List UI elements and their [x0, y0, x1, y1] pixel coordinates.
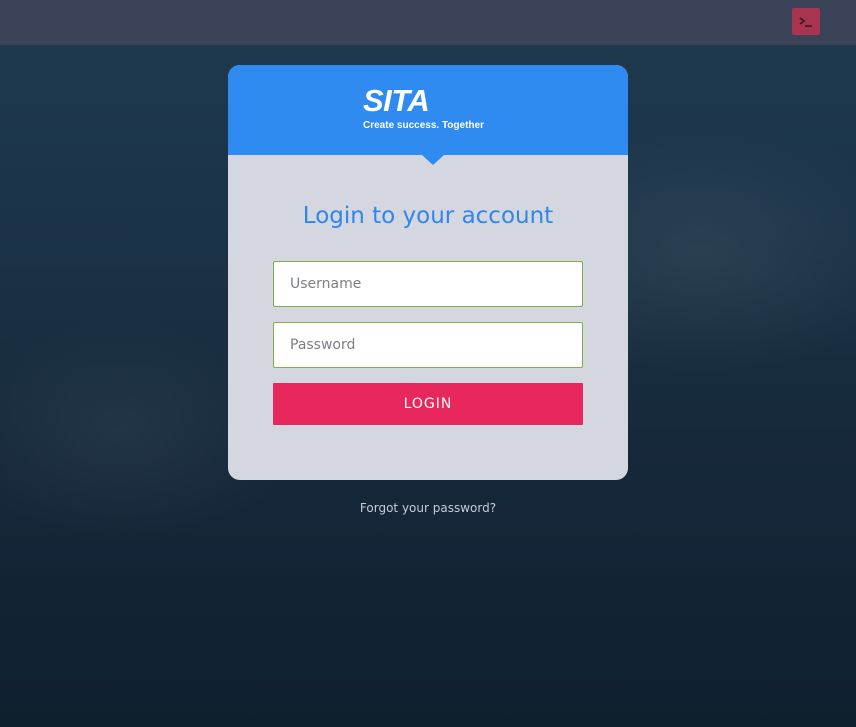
username-input[interactable] [273, 261, 583, 307]
terminal-icon [799, 16, 812, 27]
login-card: SITA Create success. Together Login to y… [228, 65, 628, 480]
card-header: SITA Create success. Together [228, 65, 628, 165]
sita-logo: SITA Create success. Together [363, 85, 493, 135]
top-bar [0, 0, 856, 45]
logo-wordmark: SITA [363, 83, 430, 118]
header-pointer [422, 155, 444, 165]
forgot-password-link[interactable]: Forgot your password? [0, 501, 856, 515]
logo-tagline: Create success. Together [363, 120, 484, 131]
login-title: Login to your account [302, 203, 554, 229]
terminal-button[interactable] [792, 8, 820, 35]
password-input[interactable] [273, 322, 583, 368]
login-button[interactable]: LOGIN [273, 383, 583, 425]
